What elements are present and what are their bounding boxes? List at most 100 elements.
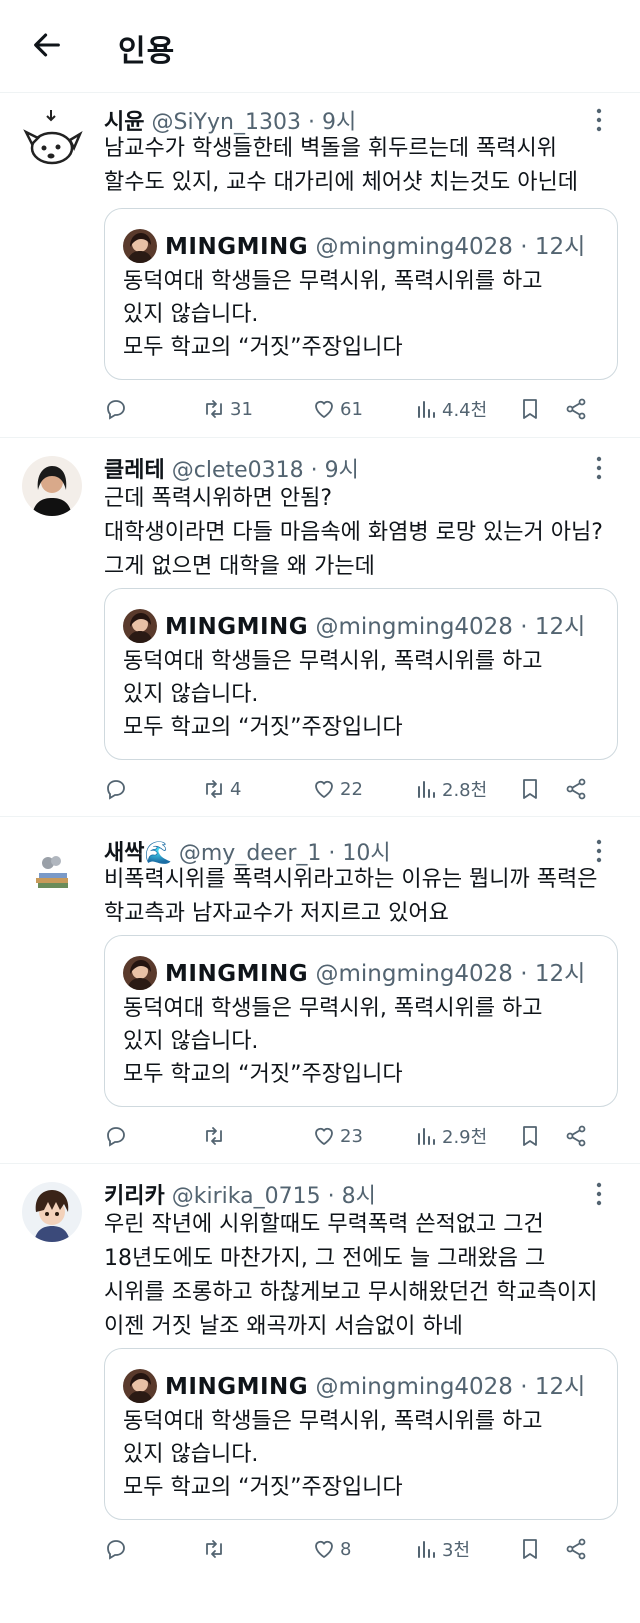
quoted-tweet[interactable]: MINGMING @mingming4028 · 12시 동덕여대 학생들은 무… bbox=[104, 208, 618, 380]
quoted-text: 동덕여대 학생들은 무력시위, 폭력시위를 하고 있지 않습니다. 모두 학교의… bbox=[123, 649, 543, 740]
more-options-icon[interactable] bbox=[596, 1182, 602, 1206]
timestamp[interactable]: 8시 bbox=[342, 1184, 376, 1209]
views-button[interactable]: 2.9천 bbox=[414, 1121, 487, 1151]
like-button[interactable]: 8 bbox=[312, 1534, 351, 1564]
share-icon bbox=[566, 778, 586, 800]
post-text: 비폭력시위를 폭력시위라고하는 이유는 뭡니까 폭력은 학교측과 남자교수가 저… bbox=[104, 867, 598, 926]
like-button[interactable]: 61 bbox=[312, 394, 363, 424]
quoted-avatar[interactable] bbox=[123, 1369, 157, 1403]
share-button[interactable] bbox=[564, 394, 588, 424]
quoted-timestamp: 12시 bbox=[534, 961, 586, 987]
post[interactable]: 시윤 @SiYyn_1303 · 9시 남교수가 학생들한테 벽돌을 휘두르는데… bbox=[0, 92, 640, 437]
view-count: 2.8천 bbox=[442, 780, 488, 801]
quoted-text: 동덕여대 학생들은 무력시위, 폭력시위를 하고 있지 않습니다. 모두 학교의… bbox=[123, 269, 543, 360]
quoted-tweet[interactable]: MINGMING @mingming4028 · 12시 동덕여대 학생들은 무… bbox=[104, 588, 618, 760]
quoted-tweet[interactable]: MINGMING @mingming4028 · 12시 동덕여대 학생들은 무… bbox=[104, 1348, 618, 1520]
heart-icon bbox=[315, 400, 333, 419]
share-icon bbox=[566, 1125, 586, 1147]
bookmark-icon bbox=[523, 1126, 537, 1146]
retweet-icon bbox=[206, 1127, 222, 1145]
retweet-button[interactable]: 31 bbox=[202, 394, 253, 424]
heart-icon bbox=[315, 780, 333, 799]
retweet-button[interactable] bbox=[202, 1121, 230, 1151]
more-options-icon[interactable] bbox=[596, 839, 602, 863]
views-chart-icon bbox=[418, 1541, 435, 1558]
quoted-tweet[interactable]: MINGMING @mingming4028 · 12시 동덕여대 학생들은 무… bbox=[104, 935, 618, 1107]
views-chart-icon bbox=[418, 401, 435, 418]
like-count: 61 bbox=[340, 398, 363, 420]
action-bar: 23 2.9천 bbox=[104, 1121, 624, 1151]
page-title: 인용 bbox=[118, 34, 176, 69]
quoted-display-name: MINGMING bbox=[165, 234, 309, 260]
reply-icon bbox=[107, 400, 125, 420]
quoted-avatar[interactable] bbox=[123, 609, 157, 643]
quoted-handle: @mingming4028 bbox=[315, 234, 513, 260]
top-bar: 인용 bbox=[0, 0, 640, 93]
like-count: 8 bbox=[340, 1538, 352, 1560]
quoted-display-name: MINGMING bbox=[165, 1374, 309, 1400]
share-button[interactable] bbox=[564, 1121, 588, 1151]
like-count: 23 bbox=[340, 1125, 363, 1147]
avatar[interactable] bbox=[22, 843, 82, 903]
views-button[interactable]: 2.8천 bbox=[414, 774, 487, 804]
quoted-text: 동덕여대 학생들은 무력시위, 폭력시위를 하고 있지 않습니다. 모두 학교의… bbox=[123, 996, 543, 1087]
reply-icon bbox=[107, 1540, 125, 1560]
reply-icon bbox=[107, 780, 125, 800]
quoted-avatar[interactable] bbox=[123, 956, 157, 990]
views-button[interactable]: 4.4천 bbox=[414, 394, 487, 424]
views-chart-icon bbox=[418, 1128, 435, 1145]
retweet-button[interactable] bbox=[202, 1534, 230, 1564]
back-arrow-icon[interactable] bbox=[30, 28, 64, 62]
timestamp[interactable]: 9시 bbox=[325, 458, 359, 483]
bookmark-button[interactable] bbox=[518, 774, 542, 804]
quoted-timestamp: 12시 bbox=[534, 1374, 586, 1400]
bookmark-button[interactable] bbox=[518, 1121, 542, 1151]
views-button[interactable]: 3천 bbox=[414, 1534, 470, 1564]
display-name[interactable]: 키리카 bbox=[104, 1184, 165, 1209]
avatar-dog-icon[interactable] bbox=[20, 106, 84, 170]
post-text: 근데 폭력시위하면 안됨? 대학생이라면 다들 마음속에 화염병 로망 있는거 … bbox=[104, 486, 603, 579]
like-button[interactable]: 23 bbox=[312, 1121, 363, 1151]
post-header: 클레테 @clete0318 · 9시 bbox=[104, 458, 359, 483]
retweet-icon bbox=[206, 780, 222, 798]
more-options-icon[interactable] bbox=[596, 108, 602, 132]
avatar[interactable] bbox=[22, 456, 82, 516]
like-count: 22 bbox=[340, 778, 363, 800]
quoted-avatar[interactable] bbox=[123, 229, 157, 263]
bookmark-icon bbox=[523, 1539, 537, 1559]
retweet-count: 4 bbox=[230, 778, 242, 800]
retweet-icon bbox=[206, 400, 222, 418]
more-options-icon[interactable] bbox=[596, 456, 602, 480]
display-name[interactable]: 클레테 bbox=[104, 458, 165, 483]
like-button[interactable]: 22 bbox=[312, 774, 363, 804]
share-button[interactable] bbox=[564, 1534, 588, 1564]
reply-button[interactable] bbox=[104, 774, 128, 804]
view-count: 2.9천 bbox=[442, 1127, 488, 1148]
quoted-header: MINGMING @mingming4028 · 12시 bbox=[165, 961, 586, 987]
bookmark-button[interactable] bbox=[518, 394, 542, 424]
views-chart-icon bbox=[418, 781, 435, 798]
bookmark-button[interactable] bbox=[518, 1534, 542, 1564]
reply-button[interactable] bbox=[104, 1534, 128, 1564]
view-count: 4.4천 bbox=[442, 400, 488, 421]
reply-button[interactable] bbox=[104, 1121, 128, 1151]
quoted-timestamp: 12시 bbox=[534, 234, 586, 260]
share-button[interactable] bbox=[564, 774, 588, 804]
action-bar: 8 3천 bbox=[104, 1534, 624, 1564]
post-header: 키리카 @kirika_0715 · 8시 bbox=[104, 1184, 376, 1209]
post[interactable]: 클레테 @clete0318 · 9시 근데 폭력시위하면 안됨? 대학생이라면… bbox=[0, 438, 640, 816]
quoted-handle: @mingming4028 bbox=[315, 1374, 513, 1400]
retweet-button[interactable]: 4 bbox=[202, 774, 241, 804]
post[interactable]: 새싹🌊 @my_deer_1 · 10시 비폭력시위를 폭력시위라고하는 이유는… bbox=[0, 817, 640, 1163]
bookmark-icon bbox=[523, 779, 537, 799]
post[interactable]: 키리카 @kirika_0715 · 8시 우린 작년에 시위할때도 무력폭력 … bbox=[0, 1164, 640, 1623]
post-text: 남교수가 학생들한테 벽돌을 휘두르는데 폭력시위 할수도 있지, 교수 대가리… bbox=[104, 136, 578, 195]
retweet-icon bbox=[206, 1540, 222, 1558]
quoted-handle: @mingming4028 bbox=[315, 961, 513, 987]
handle[interactable]: @clete0318 bbox=[172, 458, 304, 483]
heart-icon bbox=[315, 1127, 333, 1146]
handle[interactable]: @kirika_0715 bbox=[172, 1184, 321, 1209]
avatar[interactable] bbox=[22, 1182, 82, 1242]
quoted-handle: @mingming4028 bbox=[315, 614, 513, 640]
reply-button[interactable] bbox=[104, 394, 128, 424]
